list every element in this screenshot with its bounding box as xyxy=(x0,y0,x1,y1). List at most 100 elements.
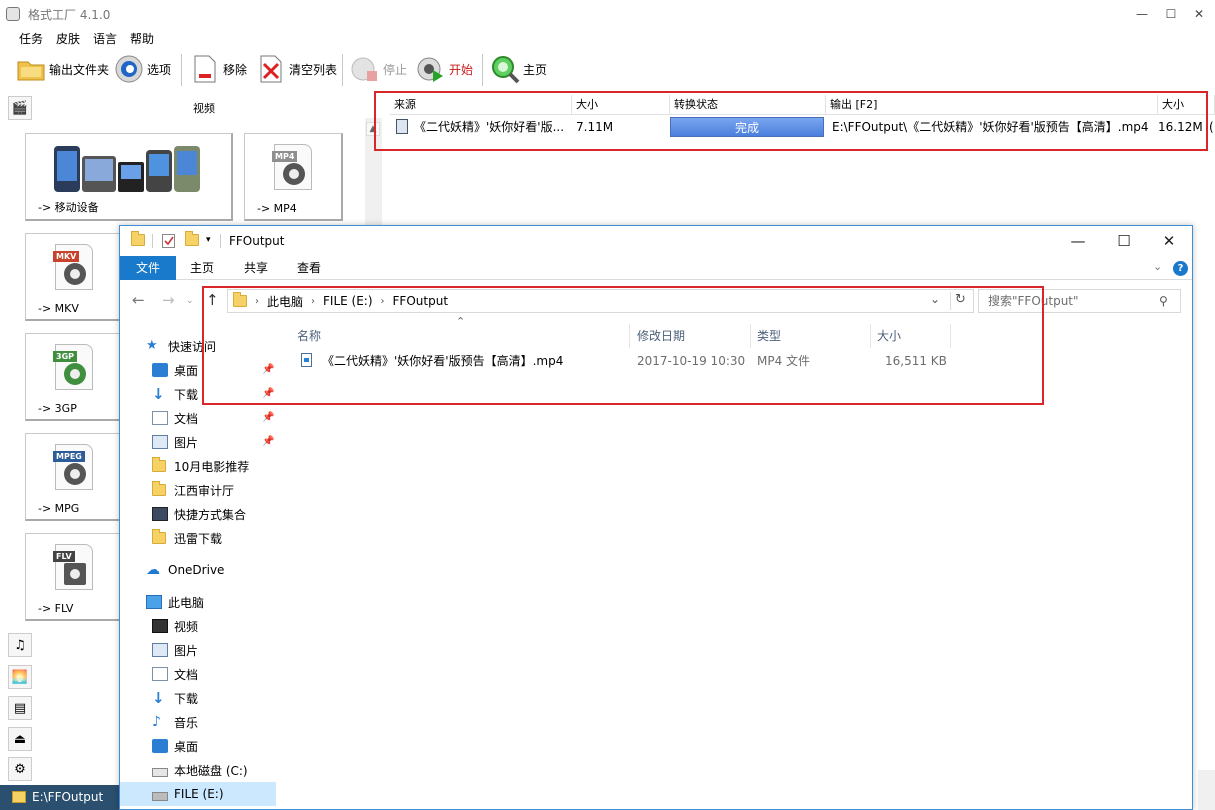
col-output[interactable]: 输出 [F2] xyxy=(826,95,1158,115)
nav-onedrive[interactable]: ☁ OneDrive xyxy=(146,558,224,582)
nav-thunder-downloads[interactable]: 迅雷下载 xyxy=(152,526,222,550)
breadcrumb-ffoutput[interactable]: FFOutput xyxy=(393,294,449,308)
col-size[interactable]: 大小 xyxy=(572,95,670,115)
navigation-pane: ★ 快速访问 桌面 📌 ↓ 下载 📌 文档 📌 图片 📌 10月电影推荐 江西审… xyxy=(120,326,278,810)
ff-maximize-button[interactable]: ☐ xyxy=(1156,0,1186,28)
explorer-minimize-button[interactable]: — xyxy=(1055,226,1101,256)
address-bar-row: ← → ⌄ ↑ › 此电脑 › FILE (E:) › FFOutput ⌄ ↻… xyxy=(120,282,1192,318)
nav-folder-movies[interactable]: 10月电影推荐 xyxy=(152,454,249,478)
card-mpg[interactable]: MPEG -> MPG xyxy=(25,433,124,521)
card-mobile-device[interactable]: -> 移动设备 xyxy=(25,133,233,221)
category-audio-icon[interactable]: ♫ xyxy=(8,633,32,657)
nav-file-e[interactable]: FILE (E:) xyxy=(120,782,276,806)
nav-shortcuts[interactable]: 快捷方式集合 xyxy=(152,502,246,526)
new-folder-icon[interactable] xyxy=(185,231,199,246)
card-flv[interactable]: FLV -> FLV xyxy=(25,533,124,621)
menu-help[interactable]: 帮助 xyxy=(130,30,154,47)
menu-skin[interactable]: 皮肤 xyxy=(56,30,80,47)
ff-right-scrollbar[interactable] xyxy=(1198,770,1215,810)
tab-view[interactable]: 查看 xyxy=(285,256,333,280)
stop-button[interactable]: 停止 xyxy=(350,48,407,90)
up-arrow-icon[interactable]: ↑ xyxy=(206,291,219,309)
menu-language[interactable]: 语言 xyxy=(93,30,117,47)
task-source[interactable]: 《二代妖精》'妖你好看'版... xyxy=(414,117,566,137)
col-source[interactable]: 来源 xyxy=(390,95,572,115)
col-output-size[interactable]: 大小 xyxy=(1158,95,1215,115)
pin-icon[interactable]: 📌 xyxy=(262,388,274,399)
tab-home[interactable]: 主页 xyxy=(178,256,226,280)
forward-arrow-icon[interactable]: → xyxy=(162,291,175,309)
explorer-close-button[interactable]: ✕ xyxy=(1146,226,1192,256)
category-video-icon[interactable]: 🎬 xyxy=(8,96,32,120)
address-bar[interactable]: › 此电脑 › FILE (E:) › FFOutput ⌄ ↻ xyxy=(227,289,974,313)
col-status[interactable]: 转换状态 xyxy=(670,95,826,115)
recent-dropdown-icon[interactable]: ⌄ xyxy=(186,296,194,306)
column-name[interactable]: 名称 xyxy=(297,324,321,348)
ff-menu-bar: 任务 皮肤 语言 帮助 xyxy=(0,28,1215,48)
nav-pc-documents[interactable]: 文档 xyxy=(152,662,198,686)
folder-icon xyxy=(152,529,166,544)
category-rom-device-icon[interactable]: ⏏ xyxy=(8,727,32,751)
nav-this-pc[interactable]: 此电脑 xyxy=(146,590,204,614)
file-name[interactable]: 《二代妖精》'妖你好看'版预告【高清】.mp4 xyxy=(322,352,563,370)
nav-pc-desktop[interactable]: 桌面 xyxy=(152,734,198,758)
breadcrumb-separator-icon[interactable]: › xyxy=(311,296,315,307)
explorer-maximize-button[interactable]: ☐ xyxy=(1101,226,1147,256)
pin-icon[interactable]: 📌 xyxy=(262,364,274,375)
card-mkv[interactable]: MKV -> MKV xyxy=(25,233,124,321)
back-arrow-icon[interactable]: ← xyxy=(132,291,145,309)
folder-icon xyxy=(16,54,46,84)
pin-icon[interactable]: 📌 xyxy=(262,436,274,447)
menu-task[interactable]: 任务 xyxy=(19,30,43,47)
home-button[interactable]: 主页 xyxy=(490,48,547,90)
status-output-path[interactable]: E:\FFOutput xyxy=(32,790,103,804)
nav-local-disk-c[interactable]: 本地磁盘 (C:) xyxy=(152,758,248,782)
category-document-icon[interactable]: ▤ xyxy=(8,696,32,720)
category-utilities-icon[interactable]: ⚙ xyxy=(8,757,32,781)
nav-pc-downloads[interactable]: ↓ 下载 xyxy=(152,686,198,710)
column-type[interactable]: 类型 xyxy=(757,324,781,348)
search-icon[interactable]: ⚲ xyxy=(1159,294,1168,308)
breadcrumb-file-e[interactable]: FILE (E:) xyxy=(323,294,373,308)
properties-check-icon[interactable] xyxy=(162,234,175,248)
scroll-up-arrow-icon[interactable]: ▲ xyxy=(366,122,380,136)
start-button[interactable]: 开始 xyxy=(416,48,473,90)
options-button[interactable]: 选项 xyxy=(114,48,171,90)
ff-left-scrollbar[interactable]: ▲ xyxy=(365,118,382,230)
address-dropdown-icon[interactable]: ⌄ xyxy=(930,292,940,306)
tab-share[interactable]: 共享 xyxy=(232,256,280,280)
qa-dropdown-icon[interactable]: ▾ xyxy=(206,235,211,245)
pin-icon[interactable]: 📌 xyxy=(262,412,274,423)
nav-documents[interactable]: 文档 xyxy=(152,406,198,430)
refresh-icon[interactable]: ↻ xyxy=(955,292,966,307)
nav-downloads[interactable]: ↓ 下载 xyxy=(152,382,198,406)
nav-videos[interactable]: 视频 xyxy=(152,614,198,638)
nav-desktop[interactable]: 桌面 xyxy=(152,358,198,382)
nav-pc-pictures[interactable]: 图片 xyxy=(152,638,198,662)
search-input[interactable]: 搜索"FFOutput" xyxy=(978,289,1181,313)
ff-minimize-button[interactable]: — xyxy=(1127,0,1157,28)
breadcrumb-separator-icon[interactable]: › xyxy=(255,296,259,307)
tab-file[interactable]: 文件 xyxy=(120,256,176,280)
column-date[interactable]: 修改日期 xyxy=(637,324,685,348)
ribbon-expand-chevron-icon[interactable]: ⌄ xyxy=(1153,260,1162,273)
remove-button[interactable]: 移除 xyxy=(190,48,247,90)
card-3gp[interactable]: 3GP -> 3GP xyxy=(25,333,124,421)
breadcrumb-separator-icon[interactable]: › xyxy=(381,296,385,307)
column-divider[interactable] xyxy=(870,324,871,348)
output-folder-button[interactable]: 输出文件夹 xyxy=(16,48,109,90)
help-icon[interactable]: ? xyxy=(1173,261,1188,276)
card-mp4[interactable]: MP4 -> MP4 xyxy=(244,133,343,221)
breadcrumb-this-pc[interactable]: 此电脑 xyxy=(267,293,303,310)
column-size[interactable]: 大小 xyxy=(877,324,901,348)
nav-pictures[interactable]: 图片 xyxy=(152,430,198,454)
column-divider[interactable] xyxy=(950,324,951,348)
ff-close-button[interactable]: ✕ xyxy=(1184,0,1214,28)
nav-quick-access[interactable]: ★ 快速访问 xyxy=(146,334,216,358)
category-picture-icon[interactable]: 🌅 xyxy=(8,665,32,689)
clear-list-button[interactable]: 清空列表 xyxy=(256,48,337,90)
nav-folder-audit[interactable]: 江西审计厅 xyxy=(152,478,234,502)
column-divider[interactable] xyxy=(629,324,630,348)
nav-music[interactable]: ♪ 音乐 xyxy=(152,710,198,734)
column-divider[interactable] xyxy=(750,324,751,348)
